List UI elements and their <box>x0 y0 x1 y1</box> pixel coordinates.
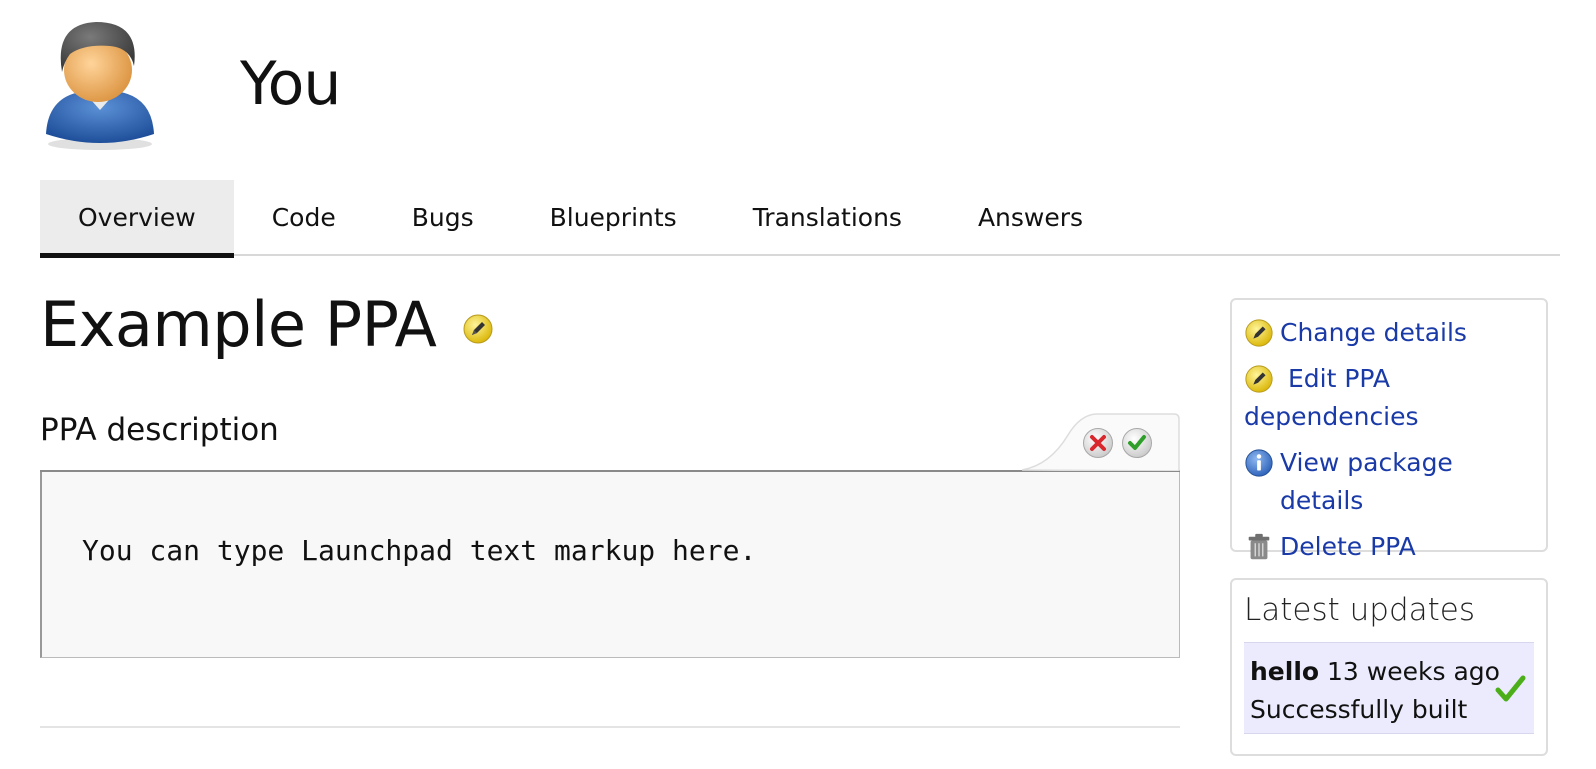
tab-answers[interactable]: Answers <box>940 180 1121 256</box>
cancel-x-icon[interactable] <box>1082 427 1114 459</box>
view-package-details-label: View package details <box>1280 448 1453 515</box>
user-avatar-icon <box>46 22 154 150</box>
navigation-tabs: Overview Code Bugs Blueprints Translatio… <box>40 180 1560 258</box>
edit-pencil-icon[interactable] <box>462 313 494 345</box>
main-content: Example PPA PPA description You can type… <box>40 256 1180 728</box>
divider <box>40 726 1180 728</box>
edit-dependencies-label-line1: Edit PPA <box>1287 364 1390 393</box>
page-header: You <box>40 14 341 154</box>
view-package-details-link[interactable]: View package details <box>1244 444 1534 520</box>
info-icon <box>1245 449 1273 477</box>
update-status: Successfully built <box>1250 695 1468 724</box>
change-details-label: Change details <box>1280 318 1467 347</box>
success-check-icon <box>1495 675 1526 702</box>
save-check-icon[interactable] <box>1121 427 1153 459</box>
actions-portlet: Change details Edit PPA dependencies Vie… <box>1230 298 1548 561</box>
description-label: PPA description <box>40 412 279 448</box>
tab-blueprints[interactable]: Blueprints <box>512 180 715 256</box>
page-owner-name: You <box>240 49 341 119</box>
edit-pencil-icon <box>1245 319 1273 347</box>
update-package-name: hello <box>1250 657 1320 686</box>
latest-updates-portlet: Latest updates hello 13 weeks ago Succes… <box>1230 578 1548 756</box>
description-controls <box>1022 413 1180 471</box>
title-row: Example PPA <box>40 284 1180 364</box>
delete-ppa-link[interactable]: Delete PPA <box>1244 528 1534 566</box>
trash-icon <box>1248 533 1270 560</box>
list-item[interactable]: hello 13 weeks ago Successfully built <box>1244 642 1534 734</box>
description-textarea[interactable]: You can type Launchpad text markup here. <box>40 472 1180 658</box>
latest-updates-title: Latest updates <box>1244 592 1476 628</box>
tab-bugs[interactable]: Bugs <box>374 180 512 256</box>
description-header: PPA description <box>40 412 1180 472</box>
tab-overview[interactable]: Overview <box>40 180 234 258</box>
change-details-link[interactable]: Change details <box>1244 314 1534 352</box>
edit-dependencies-link[interactable]: Edit PPA dependencies <box>1244 360 1534 436</box>
edit-pencil-icon <box>1245 365 1273 393</box>
page-title: Example PPA <box>40 287 437 361</box>
edit-dependencies-label-line2: dependencies <box>1244 402 1419 431</box>
tab-translations[interactable]: Translations <box>715 180 940 256</box>
tab-code[interactable]: Code <box>234 180 374 256</box>
delete-ppa-label: Delete PPA <box>1280 532 1416 561</box>
update-time: 13 weeks ago <box>1327 657 1500 686</box>
